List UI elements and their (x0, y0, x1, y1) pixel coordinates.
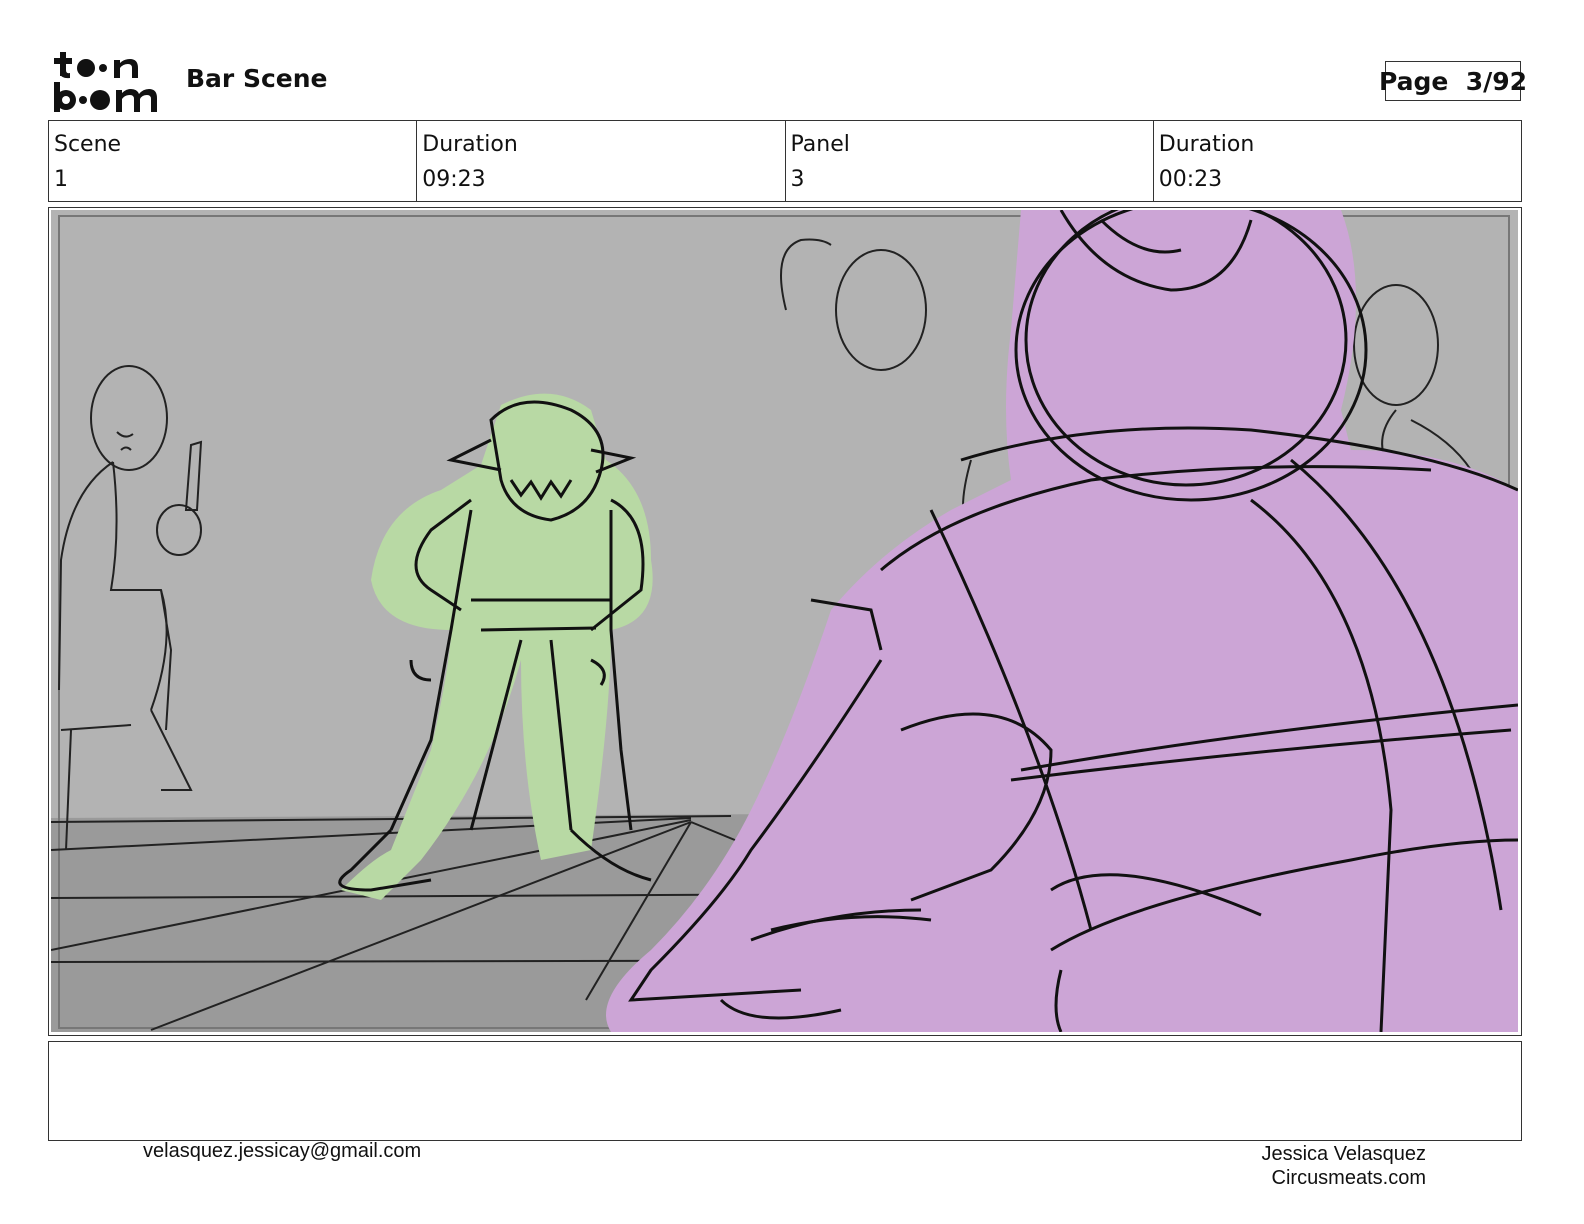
panel-value: 3 (790, 167, 805, 192)
panel-label: Panel (790, 132, 850, 157)
toonboom-logo (54, 52, 157, 112)
author-site: Circusmeats.com (1271, 1167, 1426, 1189)
author-name: Jessica Velasquez (1261, 1143, 1426, 1165)
storyboard-panel (48, 207, 1522, 1036)
scene-title: Bar Scene (186, 64, 328, 93)
duration-value: 09:23 (422, 167, 486, 192)
scene-value: 1 (54, 167, 68, 192)
scene-label: Scene (54, 132, 122, 157)
footer-author: Jessica Velasquez Circusmeats.com (1261, 1142, 1426, 1190)
panel-drawing (51, 210, 1518, 1032)
duration-label: Duration (422, 132, 518, 157)
scene-duration-cell: Duration 09:23 (417, 121, 786, 201)
panel-duration-cell: Duration 00:23 (1154, 121, 1521, 201)
panel-notes-box (48, 1041, 1522, 1141)
panel-cell: Panel 3 (786, 121, 1154, 201)
scene-cell: Scene 1 (49, 121, 418, 201)
page-indicator: Page 3/92 (1379, 61, 1527, 101)
info-table: Scene 1 Duration 09:23 Panel 3 Duration … (48, 120, 1522, 202)
panel-duration-value: 00:23 (1158, 167, 1223, 192)
footer-email: velasquez.jessicay@gmail.com (143, 1140, 422, 1162)
panel-duration-label: Duration (1158, 132, 1255, 157)
